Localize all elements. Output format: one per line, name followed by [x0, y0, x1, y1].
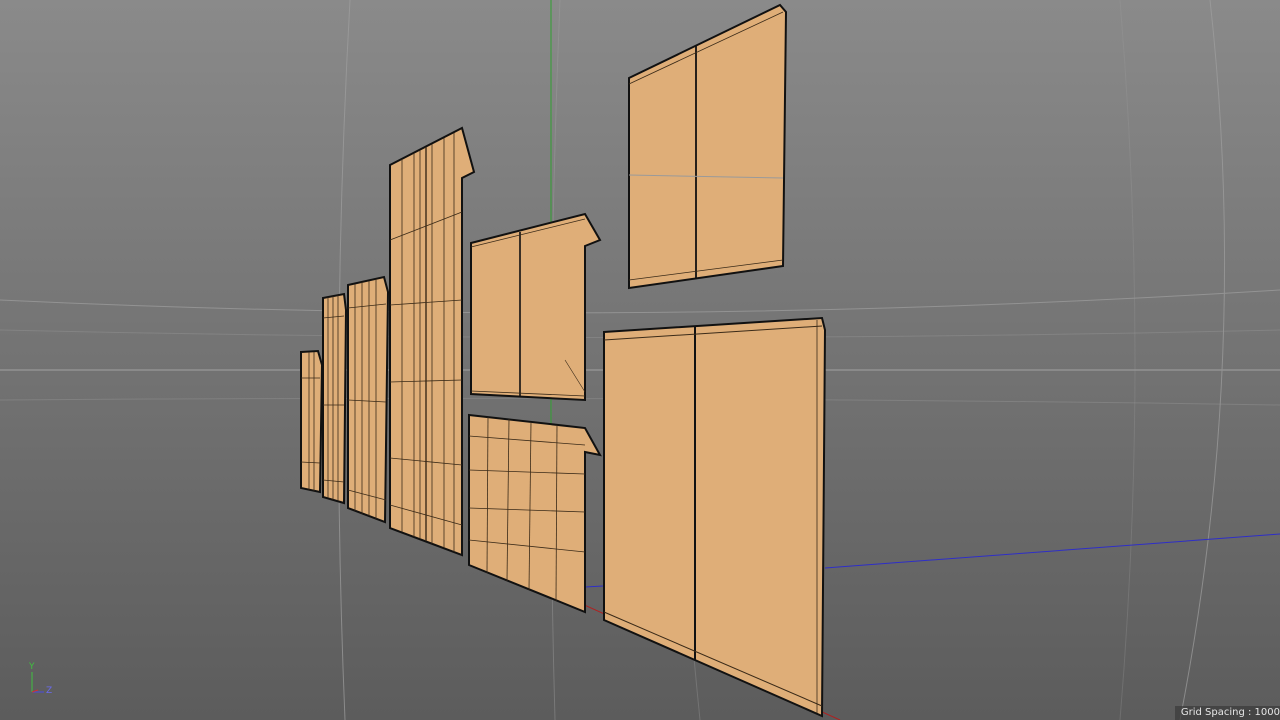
plank-4[interactable] [389, 126, 476, 557]
plank-3[interactable] [347, 275, 390, 524]
grid-spacing-readout: Grid Spacing : 1000 [1174, 706, 1280, 720]
axis-orientation-gizmo: Y Z [24, 662, 64, 702]
viewport-scene[interactable] [0, 0, 1280, 720]
axis-y-label: Y [29, 662, 35, 672]
3d-viewport[interactable]: Y Z Grid Spacing : 1000 [0, 0, 1280, 720]
plank-2[interactable] [322, 292, 348, 505]
plank-5[interactable] [470, 212, 602, 402]
axis-z-label: Z [46, 686, 53, 696]
plank-1[interactable] [300, 349, 324, 494]
